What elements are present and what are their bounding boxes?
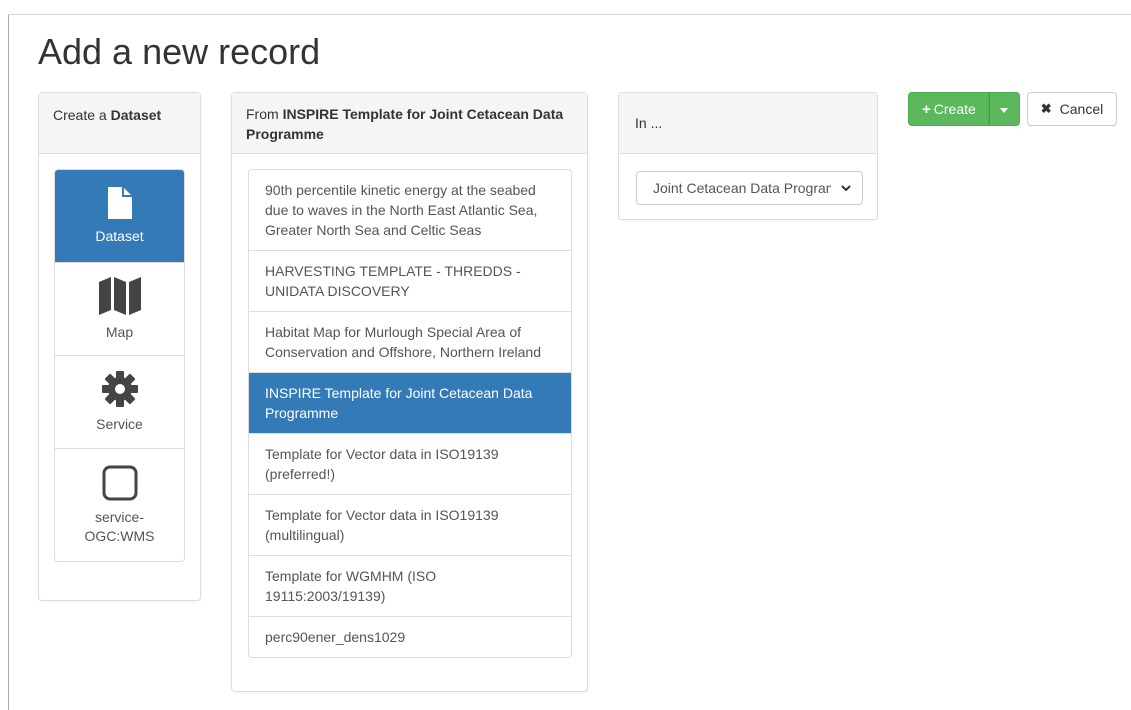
create-button-label: Create xyxy=(933,101,976,117)
type-item-label: service- OGC:WMS xyxy=(84,508,155,544)
record-type-list: Dataset Map Service service- OGC:WMS xyxy=(54,169,185,562)
template-heading: From INSPIRE Template for Joint Cetacean… xyxy=(232,93,587,154)
cancel-button[interactable]: ✖ Cancel xyxy=(1027,92,1117,126)
type-item-dataset[interactable]: Dataset xyxy=(55,170,184,263)
type-item-label: Service xyxy=(96,416,143,432)
template-list: 90th percentile kinetic energy at the se… xyxy=(248,169,572,658)
type-item-service-ogc-wms[interactable]: service- OGC:WMS xyxy=(55,449,184,561)
type-item-label: Dataset xyxy=(95,228,144,244)
record-type-panel: Create a Dataset Dataset Map Service ser… xyxy=(38,92,201,601)
chevron-down-icon xyxy=(840,181,852,198)
create-button-group: + Create xyxy=(908,92,1020,126)
group-select-value: Joint Cetacean Data Programme xyxy=(653,180,831,196)
create-button[interactable]: + Create xyxy=(908,92,989,126)
group-heading: In ... xyxy=(619,93,877,154)
template-item[interactable]: Habitat Map for Murlough Special Area of… xyxy=(249,312,571,373)
template-item[interactable]: perc90ener_dens1029 xyxy=(249,617,571,657)
template-panel: From INSPIRE Template for Joint Cetacean… xyxy=(231,92,588,692)
group-select[interactable]: Joint Cetacean Data Programme xyxy=(636,171,863,205)
create-dropdown-toggle[interactable] xyxy=(988,92,1020,126)
type-item-service[interactable]: Service xyxy=(55,356,184,449)
type-item-map[interactable]: Map xyxy=(55,263,184,356)
window-border-top xyxy=(8,14,1131,15)
group-panel: In ... Joint Cetacean Data Programme xyxy=(618,92,878,220)
template-item[interactable]: HARVESTING TEMPLATE - THREDDS - UNIDATA … xyxy=(249,251,571,312)
square-icon xyxy=(102,465,138,504)
template-item[interactable]: Template for Vector data in ISO19139 (pr… xyxy=(249,434,571,495)
template-heading-selected: INSPIRE Template for Joint Cetacean Data… xyxy=(246,106,564,142)
record-type-heading-prefix: Create a xyxy=(53,107,111,123)
template-item[interactable]: Template for Vector data in ISO19139 (mu… xyxy=(249,495,571,556)
template-heading-prefix: From xyxy=(246,106,283,122)
page-title: Add a new record xyxy=(38,31,321,72)
plus-icon: + xyxy=(922,100,931,118)
window-border-left xyxy=(8,14,9,710)
cancel-button-label: Cancel xyxy=(1059,101,1104,117)
record-type-heading-selected: Dataset xyxy=(110,107,162,123)
type-item-label: Map xyxy=(105,324,134,340)
close-icon: ✖ xyxy=(1040,101,1052,116)
caret-down-icon xyxy=(1000,102,1009,117)
template-item[interactable]: 90th percentile kinetic energy at the se… xyxy=(249,170,571,251)
record-type-heading: Create a Dataset xyxy=(39,93,200,154)
gear-icon xyxy=(101,370,139,411)
template-item[interactable]: Template for WGMHM (ISO 19115:2003/19139… xyxy=(249,556,571,617)
file-icon xyxy=(107,186,133,223)
map-icon xyxy=(98,276,142,319)
template-item-selected[interactable]: INSPIRE Template for Joint Cetacean Data… xyxy=(249,373,571,434)
